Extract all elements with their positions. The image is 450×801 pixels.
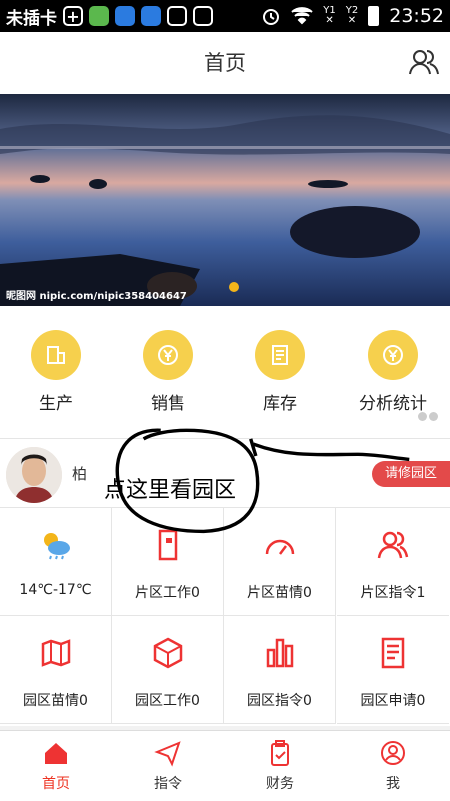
gauge-icon <box>265 539 294 555</box>
yuan-coin-icon <box>143 330 193 380</box>
quick-item-production[interactable]: 生产 <box>0 330 112 414</box>
document-icon <box>255 330 305 380</box>
banner-image <box>0 94 450 306</box>
tab-home[interactable]: 首页 <box>0 739 112 793</box>
weather-icon <box>43 533 70 560</box>
tab-me[interactable]: 我 <box>337 739 449 793</box>
clock-time: 23:52 <box>389 5 444 27</box>
quick-item-inventory[interactable]: 库存 <box>224 330 336 414</box>
wifi-icon <box>291 7 313 25</box>
banner-watermark: 昵图网 nipic.com/nipic358404647 <box>6 291 187 302</box>
grid-item-label: 片区苗情0 <box>247 585 312 601</box>
grid-item-label: 片区工作0 <box>135 585 200 601</box>
list-icon <box>381 637 405 669</box>
work-icon <box>158 529 177 561</box>
battery-icon <box>368 6 380 26</box>
page-indicator <box>418 412 438 421</box>
home-icon <box>45 743 67 764</box>
view-park-button[interactable]: 请修园区 <box>372 461 450 487</box>
quick-menu: 生产 销售 库存 分析统计 <box>0 306 450 438</box>
status-bar: 未插卡 + Y1 ✕ Y2 ✕ 23:52 <box>0 0 450 32</box>
plus-icon: + <box>63 6 83 26</box>
grid-item-park-command[interactable]: 园区指令0 <box>224 616 336 724</box>
tab-label: 财务 <box>266 776 294 792</box>
quick-item-label: 分析统计 <box>359 394 427 414</box>
grid-item-park-seedling[interactable]: 园区苗情0 <box>0 616 112 724</box>
quick-item-label: 库存 <box>263 394 297 414</box>
quick-item-analytics[interactable]: 分析统计 <box>337 330 449 414</box>
yuan-coin-icon <box>368 330 418 380</box>
tab-label: 我 <box>386 776 400 792</box>
grid-item-label: 园区申请0 <box>360 693 426 709</box>
grid-item-area-command[interactable]: 片区指令1 <box>337 508 449 616</box>
username: 柏 <box>72 465 88 483</box>
grid-item-weather[interactable]: 14℃-17℃ <box>0 508 112 616</box>
leaf-app-icon <box>89 6 109 26</box>
q-app-icon-2 <box>141 6 161 26</box>
people-icon[interactable] <box>408 46 440 78</box>
carousel-indicator-dot[interactable] <box>229 282 239 292</box>
warning-icon <box>167 6 187 26</box>
tab-label: 首页 <box>42 776 70 792</box>
tab-finance[interactable]: 财务 <box>224 739 336 793</box>
cube-icon <box>153 637 182 669</box>
clipboard-icon <box>271 740 289 766</box>
feature-grid: 14℃-17℃ 片区工作0 片区苗情0 片区指令1 园区苗情0 园区工作0 园区… <box>0 508 450 726</box>
sim2-indicator: Y2 ✕ <box>345 5 359 26</box>
grid-item-label: 园区指令0 <box>247 693 312 709</box>
grid-item-label: 14℃-17℃ <box>19 582 92 598</box>
send-icon <box>154 741 181 767</box>
sim1-indicator: Y1 ✕ <box>323 5 336 26</box>
quick-item-label: 生产 <box>39 394 73 414</box>
grid-item-area-work[interactable]: 片区工作0 <box>112 508 224 616</box>
q-app-icon <box>115 6 135 26</box>
carrier-text: 未插卡 <box>6 8 57 29</box>
quick-item-sales[interactable]: 销售 <box>112 330 224 414</box>
bar-chart-icon <box>266 638 293 668</box>
alarm-icon <box>263 9 280 25</box>
annotation-text: 点这里看园区 <box>104 478 237 503</box>
building-icon <box>31 330 81 380</box>
grid-item-label: 园区工作0 <box>135 693 200 709</box>
user-icon <box>381 741 405 765</box>
people-icon <box>377 531 409 559</box>
grid-item-park-application[interactable]: 园区申请0 <box>337 616 449 724</box>
image-icon <box>193 6 213 26</box>
quick-item-label: 销售 <box>151 394 185 414</box>
map-icon <box>41 639 70 667</box>
banner-carousel[interactable]: 昵图网 nipic.com/nipic358404647 <box>0 94 450 306</box>
tab-label: 指令 <box>154 776 182 792</box>
grid-item-park-work[interactable]: 园区工作0 <box>112 616 224 724</box>
tab-command[interactable]: 指令 <box>112 739 224 793</box>
grid-item-area-seedling[interactable]: 片区苗情0 <box>224 508 336 616</box>
page-title: 首页 <box>204 51 246 75</box>
app-header: 首页 <box>0 32 450 95</box>
grid-item-label: 园区苗情0 <box>23 693 88 709</box>
bottom-tab-bar: 首页 指令 财务 我 <box>0 730 450 801</box>
grid-item-label: 片区指令1 <box>360 585 426 601</box>
avatar[interactable] <box>6 447 62 503</box>
